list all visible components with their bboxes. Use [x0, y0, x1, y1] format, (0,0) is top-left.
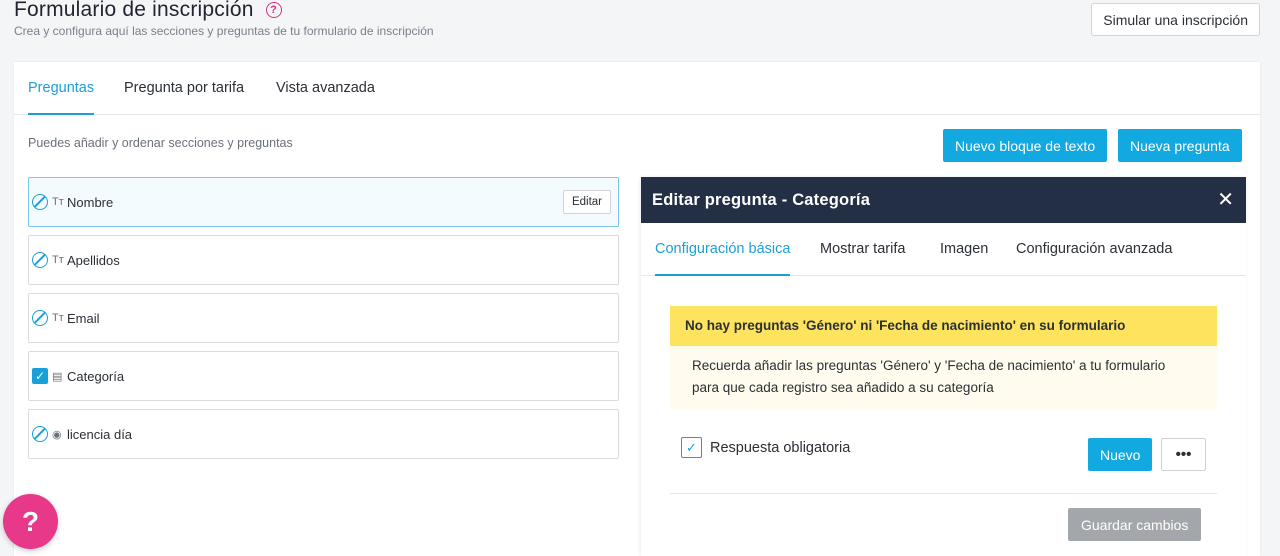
- tab-configuracion-basica[interactable]: Configuración básica: [655, 223, 791, 276]
- question-item-nombre[interactable]: Tт Nombre Editar: [28, 177, 619, 227]
- nuevo-button[interactable]: Nuevo: [1088, 438, 1153, 471]
- help-fab-icon[interactable]: ?: [3, 494, 58, 549]
- save-changes-button[interactable]: Guardar cambios: [1068, 508, 1202, 541]
- form-tabs: Preguntas Pregunta por tarifa Vista avan…: [14, 62, 1260, 115]
- panel-title: Editar pregunta - Categoría: [652, 190, 871, 209]
- required-checkbox[interactable]: ✓: [681, 437, 702, 458]
- checkbox-checked-icon[interactable]: ✓: [32, 368, 48, 384]
- close-icon[interactable]: ✕: [1217, 190, 1234, 210]
- tab-configuracion-avanzada[interactable]: Configuración avanzada: [1016, 223, 1172, 276]
- help-icon[interactable]: ?: [265, 2, 282, 18]
- page-title-text: Formulario de inscripción: [14, 0, 254, 21]
- required-label: Respuesta obligatoria: [710, 439, 851, 456]
- question-label: Email: [67, 310, 100, 326]
- more-options-button[interactable]: •••: [1161, 438, 1206, 471]
- edit-question-panel: Editar pregunta - Categoría ✕ Configurac…: [641, 177, 1246, 556]
- ban-icon[interactable]: [32, 252, 48, 268]
- question-item-licencia-dia[interactable]: ◉ licencia día: [28, 409, 619, 459]
- ban-icon[interactable]: [32, 310, 48, 326]
- question-item-apellidos[interactable]: Tт Apellidos: [28, 235, 619, 285]
- new-text-block-button[interactable]: Nuevo bloque de texto: [943, 129, 1108, 162]
- text-type-icon: Tт: [52, 312, 64, 324]
- tab-mostrar-tarifa[interactable]: Mostrar tarifa: [820, 223, 905, 276]
- page-subtitle: Crea y configura aquí las secciones y pr…: [14, 24, 434, 38]
- text-type-icon: Tт: [52, 196, 64, 208]
- tab-imagen[interactable]: Imagen: [940, 223, 988, 276]
- tab-pregunta-por-tarifa[interactable]: Pregunta por tarifa: [124, 62, 244, 115]
- new-question-button[interactable]: Nueva pregunta: [1118, 129, 1242, 162]
- question-label: Nombre: [67, 194, 114, 210]
- panel-tabs: Configuración básica Mostrar tarifa Imag…: [641, 223, 1246, 276]
- question-label: Apellidos: [67, 252, 120, 268]
- warning-title: No hay preguntas 'Género' ni 'Fecha de n…: [670, 306, 1217, 346]
- question-label: Categoría: [67, 368, 125, 384]
- required-answer-row: ✓ Respuesta obligatoria: [681, 437, 850, 458]
- page-title: Formulario de inscripción ?: [14, 0, 282, 22]
- question-item-email[interactable]: Tт Email: [28, 293, 619, 343]
- radio-type-icon: ◉: [52, 428, 62, 441]
- text-type-icon: Tт: [52, 254, 64, 266]
- list-type-icon: ▤: [52, 370, 63, 383]
- tab-preguntas[interactable]: Preguntas: [28, 62, 95, 115]
- question-item-categoria[interactable]: ✓ ▤ Categoría: [28, 351, 619, 401]
- simulate-registration-button[interactable]: Simular una inscripción: [1091, 3, 1260, 36]
- question-label: licencia día: [67, 426, 133, 442]
- warning-body: Recuerda añadir las preguntas 'Género' y…: [670, 346, 1217, 409]
- ban-icon[interactable]: [32, 426, 48, 442]
- divider: [670, 493, 1217, 494]
- edit-button[interactable]: Editar: [562, 190, 611, 214]
- questions-hint: Puedes añadir y ordenar secciones y preg…: [28, 136, 293, 150]
- form-card: Preguntas Pregunta por tarifa Vista avan…: [14, 62, 1260, 556]
- panel-header: Editar pregunta - Categoría ✕: [641, 177, 1246, 223]
- tab-vista-avanzada[interactable]: Vista avanzada: [276, 62, 375, 115]
- ban-icon[interactable]: [32, 194, 48, 210]
